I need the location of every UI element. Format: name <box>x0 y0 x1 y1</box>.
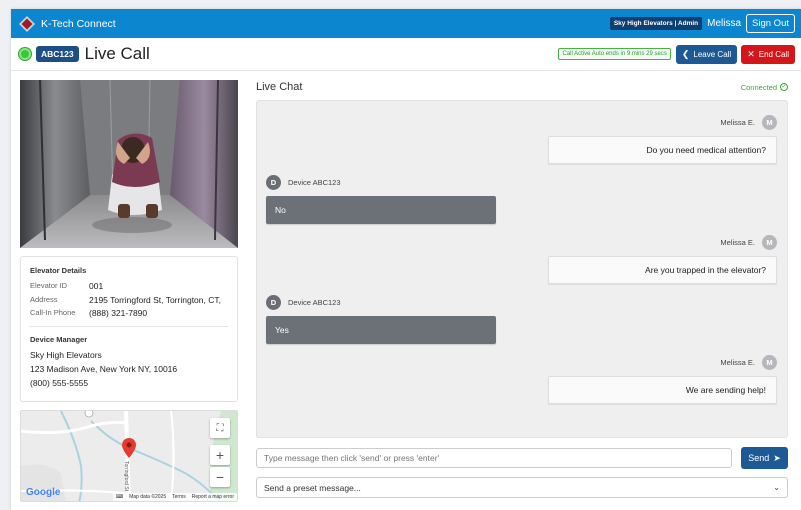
brand-name[interactable]: K-Tech Connect <box>41 18 116 30</box>
leave-call-button[interactable]: ❮ Leave Call <box>675 44 738 64</box>
message-sender: Melissa E. M <box>720 355 777 370</box>
map-attribution: ⌨ Map data ©2025 Terms Report a map erro… <box>112 493 237 501</box>
call-header: ABC123 Live Call Call Active Auto ends i… <box>11 38 801 71</box>
message-sender: D Device ABC123 <box>266 295 341 310</box>
manager-name: Sky High Elevators <box>30 350 102 360</box>
elevator-id-label: Elevator ID <box>30 281 68 290</box>
end-call-label: End Call <box>758 49 789 59</box>
map-data-text: Map data ©2025 <box>129 494 167 500</box>
sign-out-button[interactable]: Sign Out <box>746 14 795 33</box>
message-bubble: Yes <box>266 316 496 344</box>
user-name[interactable]: Melissa <box>707 18 741 29</box>
camera-feed <box>20 80 238 248</box>
location-map[interactable]: Torringford St ⛶ + − Google ⌨ Map data ©… <box>20 410 238 502</box>
camera-feed-image <box>20 80 238 248</box>
preset-message-label: Send a preset message... <box>264 482 361 493</box>
keyboard-icon[interactable]: ⌨ <box>116 494 123 500</box>
zoom-out-icon[interactable]: − <box>210 467 230 487</box>
map-pin-icon[interactable] <box>122 438 136 458</box>
elevator-details-title: Elevator Details <box>30 266 87 275</box>
zoom-in-icon[interactable]: + <box>210 445 230 465</box>
sender-name: Melissa E. <box>720 358 755 367</box>
avatar: M <box>762 235 777 250</box>
connection-status: Connected ✓ <box>741 83 788 92</box>
message-sender: D Device ABC123 <box>266 175 341 190</box>
top-nav: K-Tech Connect Sky High Elevators | Admi… <box>11 9 801 38</box>
device-badge: ABC123 <box>36 46 79 62</box>
terms-link[interactable]: Terms <box>172 494 186 500</box>
street-label: Torringford St <box>123 461 129 492</box>
avatar: D <box>266 175 281 190</box>
app-window: K-Tech Connect Sky High Elevators | Admi… <box>11 9 801 510</box>
google-logo-text: Google <box>26 487 61 498</box>
call-in-phone-row: Call-In Phone (888) 321-7890 <box>30 308 228 318</box>
message-sender: Melissa E. M <box>720 115 777 130</box>
message-composer: Send ➤ <box>256 447 788 469</box>
check-circle-icon: ✓ <box>780 83 788 91</box>
message-sender: Melissa E. M <box>720 235 777 250</box>
preset-message-select[interactable]: Send a preset message... ⌄ <box>256 477 788 498</box>
manager-phone: (800) 555-5555 <box>30 378 89 388</box>
message-bubble: No <box>266 196 496 224</box>
avatar: D <box>266 295 281 310</box>
online-status-icon <box>19 48 31 60</box>
ktech-logo-icon <box>19 15 35 32</box>
sender-name: Device ABC123 <box>288 298 341 307</box>
sender-name: Device ABC123 <box>288 178 341 187</box>
org-role-badge: Sky High Elevators | Admin <box>609 17 703 30</box>
page-title: Live Call <box>84 44 150 63</box>
message-input[interactable] <box>256 448 732 468</box>
chevron-left-icon: ❮ <box>681 48 690 59</box>
report-map-error-link[interactable]: Report a map error <box>192 494 234 500</box>
leave-call-label: Leave Call <box>693 49 732 59</box>
elevator-details-card: Elevator Details Elevator ID 001 Address… <box>20 256 238 402</box>
address-label: Address <box>30 294 58 304</box>
send-button[interactable]: Send ➤ <box>741 447 788 469</box>
sender-name: Melissa E. <box>720 118 755 127</box>
address-value: 2195 Torringford St, Torrington, CT, <box>89 294 221 305</box>
call-active-badge: Call Active Auto ends in 9 mins 29 secs <box>558 48 671 60</box>
elevator-id-row: Elevator ID 001 <box>30 281 228 291</box>
paper-plane-icon: ➤ <box>773 452 781 463</box>
end-call-button[interactable]: ✕ End Call <box>741 44 795 64</box>
close-icon: ✕ <box>747 48 755 59</box>
avatar: M <box>762 355 777 370</box>
avatar: M <box>762 115 777 130</box>
connection-status-label: Connected <box>740 82 777 92</box>
sender-name: Melissa E. <box>720 238 755 247</box>
chat-messages[interactable]: Melissa E. M Do you need medical attenti… <box>256 100 788 438</box>
divider <box>30 326 228 327</box>
call-in-phone-value: (888) 321-7890 <box>89 308 148 318</box>
manager-address: 123 Madison Ave, New York NY, 10016 <box>30 364 178 374</box>
address-row: Address 2195 Torringford St, Torrington,… <box>30 295 228 305</box>
device-manager-title: Device Manager <box>30 335 88 344</box>
message-bubble: We are sending help! <box>548 376 777 404</box>
elevator-id-value: 001 <box>89 281 104 291</box>
send-label: Send <box>748 453 770 463</box>
chat-header: Live Chat Connected ✓ <box>256 80 788 94</box>
chat-panel: Live Chat Connected ✓ Melissa E. M Do yo… <box>256 80 788 498</box>
message-bubble: Are you trapped in the elevator? <box>548 256 777 284</box>
google-logo: Google <box>26 487 60 498</box>
chat-title: Live Chat <box>256 81 303 93</box>
chevron-down-icon: ⌄ <box>773 483 780 492</box>
message-bubble: Do you need medical attention? <box>548 136 777 164</box>
fullscreen-icon[interactable]: ⛶ <box>210 418 230 438</box>
left-column: Elevator Details Elevator ID 001 Address… <box>20 80 238 502</box>
call-in-phone-label: Call-In Phone <box>30 308 76 317</box>
